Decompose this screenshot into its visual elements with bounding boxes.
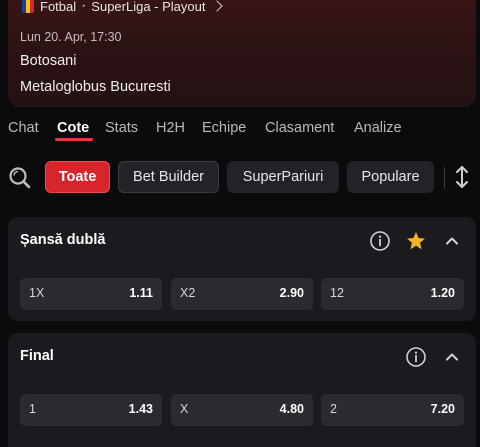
outcome-label: X2 — [180, 286, 196, 300]
tab-chat[interactable]: Chat — [8, 120, 39, 136]
outcome-label: 12 — [330, 286, 344, 300]
tab-clasament[interactable]: Clasament — [265, 120, 334, 136]
breadcrumb-sport: Fotbal — [40, 0, 77, 14]
filter-chip-superpariuri[interactable]: SuperPariuri — [227, 161, 339, 193]
outcome-odds: 4.80 — [279, 402, 304, 416]
filter-divider — [444, 167, 445, 189]
market-title: Final — [20, 348, 54, 364]
home-team: Botosani — [20, 53, 77, 69]
odds-button-x[interactable]: X 4.80 — [171, 394, 313, 426]
outcome-odds: 7.20 — [430, 402, 455, 416]
market-header[interactable]: Șansă dublă — [8, 217, 476, 265]
market-header[interactable]: Final — [8, 333, 476, 381]
outcome-label: X — [180, 402, 189, 416]
search-icon[interactable] — [7, 165, 33, 191]
romania-flag-icon — [22, 0, 34, 13]
market-card-final: Final 1 1.43 X 4.80 2 7.20 — [8, 333, 476, 447]
market-title: Șansă dublă — [20, 232, 106, 248]
match-datetime: Lun 20. Apr, 17:30 — [20, 30, 122, 44]
odds-button-1x[interactable]: 1X 1.11 — [20, 278, 162, 310]
tab-analize[interactable]: Analize — [354, 120, 402, 136]
outcome-odds: 1.43 — [128, 402, 153, 416]
filter-chip-populare[interactable]: Populare — [347, 161, 434, 193]
tab-cote[interactable]: Cote — [57, 120, 89, 136]
outcome-label: 2 — [330, 402, 337, 416]
tab-h2h[interactable]: H2H — [156, 120, 185, 136]
info-icon[interactable] — [369, 230, 391, 252]
filter-chip-toate[interactable]: Toate — [45, 161, 110, 193]
star-icon[interactable] — [405, 230, 427, 252]
tab-stats[interactable]: Stats — [105, 120, 138, 136]
odds-row: 1 1.43 X 4.80 2 7.20 — [20, 394, 464, 426]
outcome-odds: 1.11 — [129, 286, 153, 300]
away-team: Metaloglobus Bucuresti — [20, 79, 171, 95]
active-tab-indicator — [55, 138, 93, 141]
chevron-right-icon — [211, 0, 224, 12]
breadcrumb[interactable]: Fotbal • SuperLiga - Playout — [22, 0, 224, 14]
filter-chip-bet-builder[interactable]: Bet Builder — [118, 161, 219, 193]
match-header-card[interactable]: Fotbal • SuperLiga - Playout Lun 20. Apr… — [8, 0, 476, 107]
market-card-sansa-dubla: Șansă dublă 1X 1.11 X2 2.90 12 1.20 — [8, 217, 476, 321]
outcome-odds: 1.20 — [430, 286, 455, 300]
outcome-odds: 2.90 — [279, 286, 304, 300]
odds-button-x2[interactable]: X2 2.90 — [171, 278, 313, 310]
chevron-up-icon[interactable] — [441, 346, 463, 368]
outcome-label: 1X — [29, 286, 45, 300]
tab-echipe[interactable]: Echipe — [202, 120, 246, 136]
breadcrumb-separator: • — [82, 1, 86, 11]
odds-button-12[interactable]: 12 1.20 — [321, 278, 464, 310]
odds-button-2[interactable]: 2 7.20 — [321, 394, 464, 426]
odds-button-1[interactable]: 1 1.43 — [20, 394, 162, 426]
info-icon[interactable] — [405, 346, 427, 368]
filter-bar: Toate Bet Builder SuperPariuri Populare — [0, 160, 480, 194]
breadcrumb-league: SuperLiga - Playout — [91, 0, 206, 14]
sort-vertical-icon[interactable] — [452, 163, 472, 191]
odds-row: 1X 1.11 X2 2.90 12 1.20 — [20, 278, 464, 310]
chevron-up-icon[interactable] — [441, 230, 463, 252]
outcome-label: 1 — [29, 402, 36, 416]
